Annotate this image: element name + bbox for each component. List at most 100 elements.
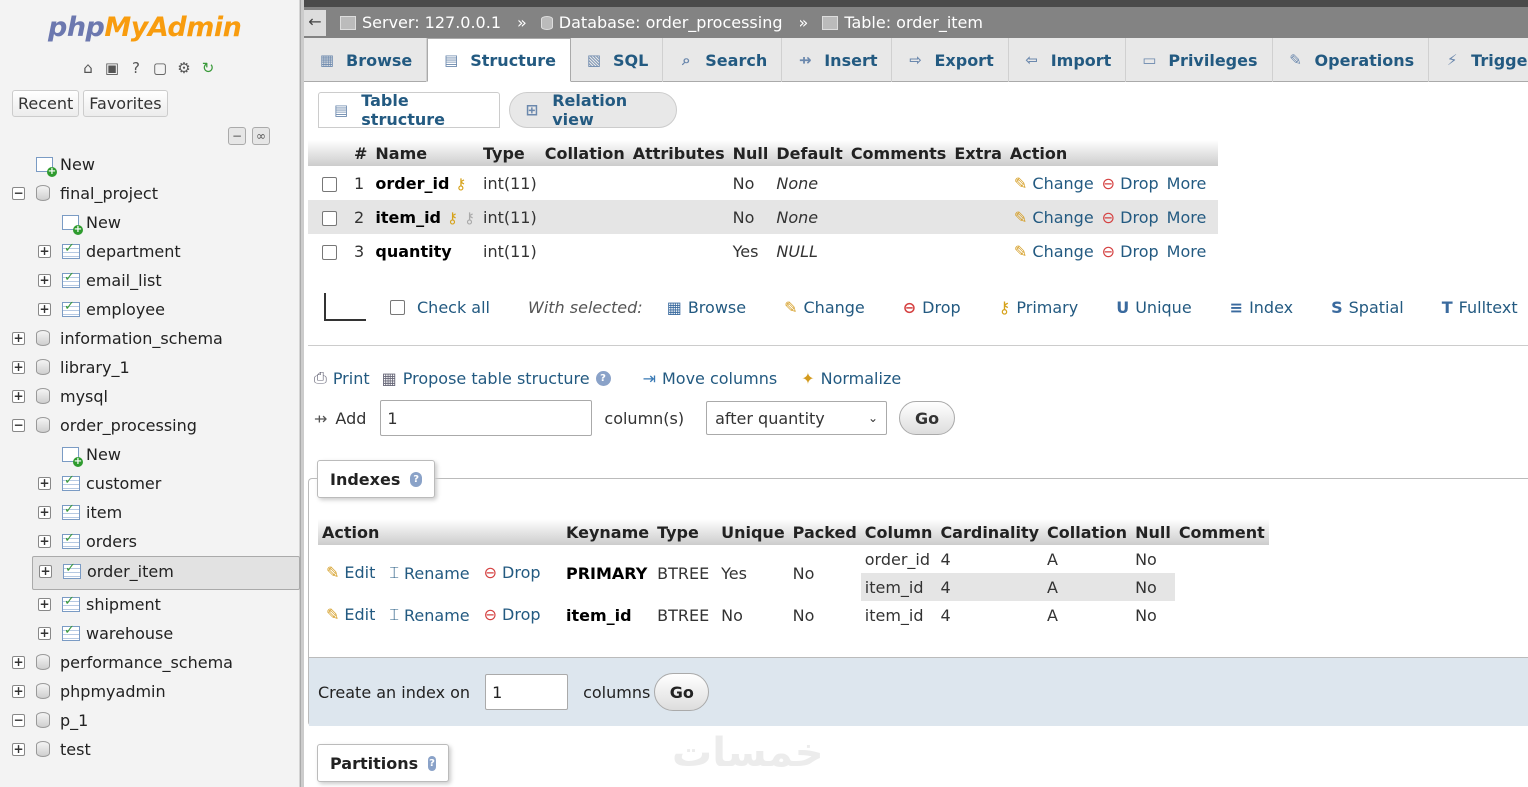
drop-index-link[interactable]: ⊖ Drop bbox=[484, 563, 541, 582]
with-selected-primary-button[interactable]: ⚷ Primary bbox=[999, 298, 1079, 317]
tree-item-shipment[interactable]: + shipment bbox=[0, 590, 300, 619]
move-columns-link[interactable]: ⇥ Move columns bbox=[643, 368, 778, 388]
tree-item-new[interactable]: New bbox=[0, 208, 300, 237]
add-column-position-select[interactable]: after quantity ⌄ bbox=[706, 401, 888, 435]
normalize-link[interactable]: ✦ Normalize bbox=[801, 368, 901, 388]
edit-index-link[interactable]: ✎ Edit bbox=[326, 563, 375, 582]
with-selected-unique-button[interactable]: U Unique bbox=[1116, 298, 1191, 317]
propose-structure-link[interactable]: ▦ Propose table structure? bbox=[382, 368, 611, 388]
expand-icon[interactable]: + bbox=[38, 598, 51, 611]
breadcrumb-table[interactable]: Table: order_item bbox=[822, 13, 983, 32]
rename-index-link[interactable]: ⌶ Rename bbox=[389, 605, 469, 625]
tab-operations[interactable]: ✎ Operations bbox=[1273, 38, 1430, 82]
collapse-all-icon[interactable]: − bbox=[228, 127, 246, 145]
panel-splitter[interactable] bbox=[300, 0, 304, 787]
expand-icon[interactable]: + bbox=[12, 361, 25, 374]
favorites-button[interactable]: Favorites bbox=[83, 90, 168, 117]
drop-link[interactable]: ⊖ Drop bbox=[1102, 242, 1159, 261]
tab-triggers[interactable]: ⚡ Triggers bbox=[1429, 38, 1528, 82]
collapse-icon[interactable]: − bbox=[12, 187, 25, 200]
tree-item-phpmyadmin[interactable]: + phpmyadmin bbox=[0, 677, 300, 706]
tab-table-structure[interactable]: ▤ Table structure bbox=[318, 91, 500, 129]
tab-import[interactable]: ⇦ Import bbox=[1009, 38, 1127, 82]
more-link[interactable]: More bbox=[1167, 242, 1207, 261]
tab-search[interactable]: ⌕ Search bbox=[663, 38, 783, 82]
row-checkbox[interactable] bbox=[321, 176, 337, 192]
tree-item-order-item[interactable]: + order_item bbox=[32, 556, 300, 590]
expand-icon[interactable]: + bbox=[38, 245, 51, 258]
link-with-main-icon[interactable]: ∞ bbox=[252, 127, 270, 145]
home-icon[interactable]: ⌂ bbox=[78, 58, 98, 78]
help-icon[interactable]: ? bbox=[595, 370, 611, 386]
tree-item-employee[interactable]: + employee bbox=[0, 295, 300, 324]
drop-link[interactable]: ⊖ Drop bbox=[1102, 174, 1159, 193]
tree-item-p-1[interactable]: − p_1 bbox=[0, 706, 300, 735]
tree-item-test[interactable]: + test bbox=[0, 735, 300, 764]
tab-relation-view[interactable]: ⊞ Relation view bbox=[509, 91, 677, 129]
tab-export[interactable]: ⇨ Export bbox=[892, 38, 1009, 82]
check-all-checkbox[interactable] bbox=[390, 299, 405, 315]
more-link[interactable]: More bbox=[1167, 208, 1207, 227]
more-link[interactable]: More bbox=[1167, 174, 1207, 193]
with-selected-index-button[interactable]: ≡ Index bbox=[1230, 298, 1293, 317]
expand-icon[interactable]: + bbox=[12, 743, 25, 756]
create-index-count-input[interactable]: 1 bbox=[485, 674, 569, 710]
drop-index-link[interactable]: ⊖ Drop bbox=[484, 605, 541, 624]
settings-icon[interactable]: ⚙ bbox=[174, 58, 194, 78]
with-selected-fulltext-button[interactable]: T Fulltext bbox=[1442, 298, 1518, 317]
rename-index-link[interactable]: ⌶ Rename bbox=[389, 563, 469, 583]
change-link[interactable]: ✎ Change bbox=[1014, 242, 1094, 261]
tree-item-library-1[interactable]: + library_1 bbox=[0, 353, 300, 382]
breadcrumb-server[interactable]: Server: 127.0.0.1 » bbox=[340, 13, 527, 32]
with-selected-spatial-button[interactable]: S Spatial bbox=[1331, 298, 1404, 317]
expand-icon[interactable]: + bbox=[12, 390, 25, 403]
with-selected-change-button[interactable]: ✎ Change bbox=[784, 298, 865, 317]
help-icon[interactable]: ? bbox=[428, 755, 436, 771]
expand-icon[interactable]: + bbox=[38, 303, 51, 316]
reload-icon[interactable]: ↻ bbox=[198, 58, 218, 78]
expand-icon[interactable]: + bbox=[38, 535, 51, 548]
tab-sql[interactable]: ▧ SQL bbox=[571, 38, 664, 82]
recent-button[interactable]: Recent bbox=[12, 90, 80, 117]
change-link[interactable]: ✎ Change bbox=[1014, 174, 1094, 193]
expand-icon[interactable]: + bbox=[39, 565, 52, 578]
help-icon[interactable]: ? bbox=[410, 471, 422, 487]
tab-insert[interactable]: ⇸ Insert bbox=[782, 38, 893, 82]
collapse-icon[interactable]: − bbox=[12, 419, 25, 432]
tree-item-customer[interactable]: + customer bbox=[0, 469, 300, 498]
help-icon[interactable]: ? bbox=[126, 58, 146, 78]
expand-icon[interactable]: + bbox=[12, 685, 25, 698]
tab-privileges[interactable]: ▭ Privileges bbox=[1126, 38, 1273, 82]
collapse-nav-arrow-icon[interactable]: ← bbox=[304, 9, 326, 36]
column-name[interactable]: quantity bbox=[375, 242, 451, 261]
expand-icon[interactable]: + bbox=[38, 506, 51, 519]
tree-item-performance-schema[interactable]: + performance_schema bbox=[0, 648, 300, 677]
phpmyadmin-logo[interactable]: phpMyAdmin bbox=[48, 12, 242, 43]
drop-link[interactable]: ⊖ Drop bbox=[1102, 208, 1159, 227]
row-checkbox[interactable] bbox=[321, 244, 337, 260]
logout-icon[interactable]: ▣ bbox=[102, 58, 122, 78]
tree-item-item[interactable]: + item bbox=[0, 498, 300, 527]
tree-item-order-processing[interactable]: − order_processing bbox=[0, 411, 300, 440]
tree-item-new[interactable]: New bbox=[0, 150, 300, 179]
tree-item-warehouse[interactable]: + warehouse bbox=[0, 619, 300, 648]
expand-icon[interactable]: + bbox=[12, 656, 25, 669]
column-name[interactable]: order_id bbox=[375, 174, 449, 193]
tab-structure[interactable]: ▤ Structure bbox=[427, 38, 571, 82]
check-all-label[interactable]: Check all bbox=[417, 298, 490, 317]
collapse-icon[interactable]: − bbox=[12, 714, 25, 727]
column-name[interactable]: item_id bbox=[375, 208, 441, 227]
with-selected-drop-button[interactable]: ⊖ Drop bbox=[903, 298, 961, 317]
create-index-go-button[interactable]: Go bbox=[654, 673, 710, 711]
add-column-go-button[interactable]: Go bbox=[899, 401, 956, 435]
with-selected-browse-button[interactable]: ▦ Browse bbox=[667, 298, 746, 317]
tree-item-final-project[interactable]: − final_project bbox=[0, 179, 300, 208]
expand-icon[interactable]: + bbox=[12, 332, 25, 345]
tree-item-new[interactable]: New bbox=[0, 440, 300, 469]
breadcrumb-database[interactable]: Database: order_processing » bbox=[540, 13, 808, 32]
change-link[interactable]: ✎ Change bbox=[1014, 208, 1094, 227]
tree-item-email-list[interactable]: + email_list bbox=[0, 266, 300, 295]
docs-icon[interactable]: ▢ bbox=[150, 58, 170, 78]
tab-browse[interactable]: ▦ Browse bbox=[304, 38, 428, 82]
expand-icon[interactable]: + bbox=[38, 477, 51, 490]
